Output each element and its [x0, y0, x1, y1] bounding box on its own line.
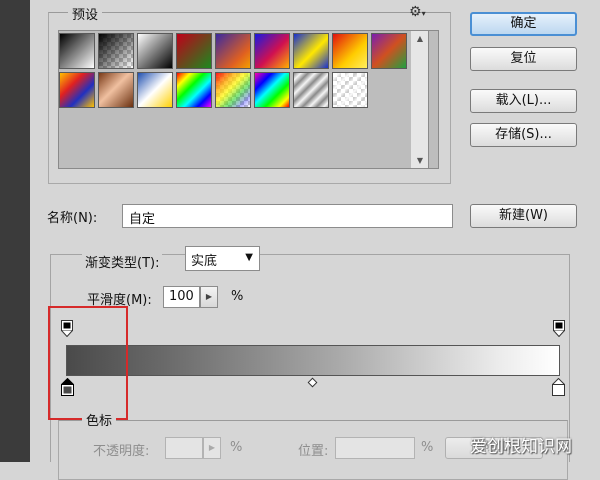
- gear-icon[interactable]: ⚙▾: [409, 4, 426, 20]
- new-button[interactable]: 新建(W): [470, 204, 577, 228]
- gradient-editor-dialog: 预设 ⚙▾ ▲ ▼ 确定 复位 载入(L)... 存储(S)... 新建(W) …: [30, 0, 600, 480]
- preset-swatch[interactable]: [332, 72, 368, 108]
- preset-swatch[interactable]: [59, 33, 95, 69]
- color-stop-right[interactable]: [552, 378, 565, 396]
- smoothness-stepper[interactable]: ▶: [200, 286, 218, 308]
- preset-swatch[interactable]: [254, 33, 290, 69]
- background-window-edge: [0, 0, 30, 462]
- name-label: 名称(N):: [47, 211, 98, 226]
- preset-swatch[interactable]: [176, 72, 212, 108]
- load-button[interactable]: 载入(L)...: [470, 89, 577, 113]
- annotation-highlight-box: [48, 306, 128, 420]
- location-unit: %: [421, 440, 434, 455]
- chevron-right-icon: ▶: [208, 443, 216, 452]
- smoothness-percent: %: [231, 289, 244, 304]
- gradient-type-label: 渐变类型(T):: [82, 252, 163, 271]
- preset-swatch[interactable]: [137, 33, 173, 69]
- chevron-down-icon: ▼: [245, 252, 253, 263]
- color-stops-title: 色标: [82, 410, 117, 429]
- presets-title: 预设: [68, 4, 103, 23]
- preset-swatch[interactable]: [293, 33, 329, 69]
- ok-button[interactable]: 确定: [470, 12, 577, 36]
- preset-swatch[interactable]: [137, 72, 173, 108]
- smoothness-input[interactable]: 100: [163, 286, 200, 308]
- preset-swatch[interactable]: [332, 33, 368, 69]
- opacity-stop-right[interactable]: [553, 320, 565, 337]
- gradient-type-value: 实底: [191, 254, 218, 269]
- gradient-preview-bar[interactable]: [66, 345, 560, 376]
- opacity-stepper[interactable]: ▶: [203, 437, 221, 459]
- save-button[interactable]: 存储(S)...: [470, 123, 577, 147]
- preset-swatch[interactable]: [293, 72, 329, 108]
- scroll-down-icon[interactable]: ▼: [411, 156, 429, 165]
- reset-button[interactable]: 复位: [470, 47, 577, 71]
- location-input[interactable]: [335, 437, 415, 459]
- preset-swatch[interactable]: [215, 72, 251, 108]
- preset-swatch[interactable]: [59, 72, 95, 108]
- preset-swatch[interactable]: [254, 72, 290, 108]
- preset-swatch[interactable]: [98, 72, 134, 108]
- watermark-text: 爱创根知识网: [470, 437, 572, 457]
- preset-swatch[interactable]: [371, 33, 407, 69]
- name-field[interactable]: 自定: [122, 204, 453, 228]
- opacity-label: 不透明度:: [93, 444, 150, 459]
- opacity-unit: %: [230, 440, 243, 455]
- gradient-type-select[interactable]: 实底 ▼: [185, 246, 260, 271]
- scroll-up-icon[interactable]: ▲: [411, 34, 429, 43]
- location-label: 位置:: [298, 444, 329, 459]
- preset-swatch[interactable]: [176, 33, 212, 69]
- presets-grid: [58, 30, 439, 169]
- chevron-right-icon: ▶: [205, 292, 213, 301]
- presets-scrollbar[interactable]: ▲ ▼: [411, 30, 429, 169]
- preset-swatch[interactable]: [215, 33, 251, 69]
- opacity-input[interactable]: [165, 437, 203, 459]
- preset-swatch[interactable]: [98, 33, 134, 69]
